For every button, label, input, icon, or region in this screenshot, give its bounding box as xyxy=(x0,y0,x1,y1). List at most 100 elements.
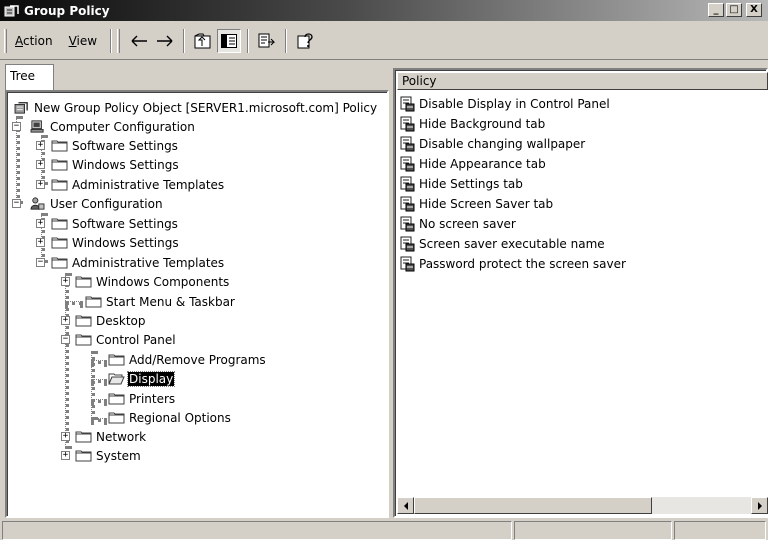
tree-item-computer-configuration[interactable]: Computer Configuration xyxy=(29,117,196,136)
column-header-policy[interactable]: Policy xyxy=(397,72,768,90)
folder-icon xyxy=(108,412,125,424)
menu-view[interactable]: View xyxy=(61,34,105,48)
title-bar: Group Policy _ □ X xyxy=(0,0,768,21)
tree-item-user-configuration[interactable]: User Configuration xyxy=(29,194,164,213)
tree-item-control-panel[interactable]: Control Panel xyxy=(75,330,177,349)
list-item[interactable]: Disable Display in Control Panel xyxy=(399,94,611,114)
scroll-thumb[interactable] xyxy=(414,497,652,514)
policy-setting-icon xyxy=(400,176,415,192)
policy-label: Hide Background tab xyxy=(419,117,546,131)
list-item[interactable]: Hide Settings tab xyxy=(399,174,524,194)
folder-icon xyxy=(75,315,92,327)
folder-icon xyxy=(108,393,125,405)
tree-expander[interactable]: + xyxy=(36,238,45,247)
tree-label: System xyxy=(96,448,141,463)
toolbar-separator xyxy=(110,28,113,53)
toolbar-separator xyxy=(285,28,288,53)
toolbar-separator xyxy=(247,28,250,53)
folder-icon xyxy=(51,257,68,269)
tree-label: User Configuration xyxy=(50,196,163,211)
window-controls: _ □ X xyxy=(708,3,762,17)
up-one-level-icon[interactable] xyxy=(191,29,215,53)
policy-setting-icon xyxy=(400,196,415,212)
open-folder-icon xyxy=(108,373,125,385)
tree-label: Printers xyxy=(129,391,176,406)
policy-setting-icon xyxy=(400,156,415,172)
back-arrow-icon[interactable] xyxy=(127,29,151,53)
list-item[interactable]: Hide Appearance tab xyxy=(399,154,547,174)
tree-expander[interactable]: + xyxy=(36,160,45,169)
list-item[interactable]: Disable changing wallpaper xyxy=(399,134,586,154)
close-button[interactable]: X xyxy=(746,3,762,17)
help-icon[interactable] xyxy=(293,29,317,53)
tree-label: Software Settings xyxy=(72,138,178,153)
tree-expander[interactable]: + xyxy=(36,141,45,150)
tree-item-uc-administrative-templates[interactable]: Administrative Templates xyxy=(51,253,225,272)
tree-expander[interactable]: − xyxy=(36,258,45,267)
list-item[interactable]: No screen saver xyxy=(399,214,517,234)
tree-label: New Group Policy Object [SERVER1.microso… xyxy=(34,100,378,115)
scroll-left-button[interactable] xyxy=(397,497,414,514)
policy-setting-icon xyxy=(400,216,415,232)
tree-label: Computer Configuration xyxy=(50,119,195,134)
tree-connector xyxy=(65,273,69,449)
tree-expander[interactable]: − xyxy=(12,199,21,208)
maximize-button[interactable]: □ xyxy=(726,3,742,17)
export-list-icon[interactable] xyxy=(255,29,279,53)
tree-item-uc-software-settings[interactable]: Software Settings xyxy=(51,214,179,233)
toolbar-grip[interactable] xyxy=(117,28,121,53)
policy-list-pane: Policy Disable Display in Control Panel … xyxy=(393,68,768,518)
policy-setting-icon xyxy=(400,96,415,112)
caret-right-icon xyxy=(757,501,762,510)
tree-item-uc-windows-settings[interactable]: Windows Settings xyxy=(51,233,180,252)
tree-item-start-menu-taskbar[interactable]: Start Menu & Taskbar xyxy=(85,292,236,311)
list-item[interactable]: Password protect the screen saver xyxy=(399,254,627,274)
horizontal-scrollbar[interactable] xyxy=(397,497,768,514)
tree-connector xyxy=(91,399,107,403)
tree-item-cc-administrative-templates[interactable]: Administrative Templates xyxy=(51,175,225,194)
tree-item-printers[interactable]: Printers xyxy=(108,389,176,408)
policy-label: Hide Screen Saver tab xyxy=(419,197,554,211)
list-item[interactable]: Screen saver executable name xyxy=(399,234,606,254)
menu-action[interactable]: Action xyxy=(7,34,61,48)
tree-pane: New Group Policy Object [SERVER1.microso… xyxy=(5,90,389,518)
scroll-track[interactable] xyxy=(652,497,751,514)
policy-label: Disable changing wallpaper xyxy=(419,137,586,151)
list-item[interactable]: Hide Background tab xyxy=(399,114,546,134)
tree-expander[interactable]: + xyxy=(36,219,45,228)
menu-action-rest: ction xyxy=(23,33,53,48)
policy-setting-icon xyxy=(400,136,415,152)
tree-label-selected: Display xyxy=(126,370,176,387)
caret-left-icon xyxy=(403,501,408,510)
tree-connector xyxy=(91,418,107,422)
tree-item-system[interactable]: System xyxy=(75,446,142,465)
list-item[interactable]: Hide Screen Saver tab xyxy=(399,194,554,214)
user-icon xyxy=(30,197,45,210)
computer-icon xyxy=(30,120,44,133)
status-cell-main xyxy=(2,521,512,540)
show-hide-tree-icon[interactable] xyxy=(217,28,242,53)
tree-expander[interactable]: + xyxy=(61,451,70,460)
tree-item-cc-software-settings[interactable]: Software Settings xyxy=(51,136,179,155)
policy-setting-icon xyxy=(400,236,415,252)
minimize-button[interactable]: _ xyxy=(708,3,724,17)
folder-icon xyxy=(75,276,92,288)
tree-item-display[interactable]: Display xyxy=(108,369,176,388)
tree-expander[interactable]: + xyxy=(61,316,70,325)
tree-item-regional-options[interactable]: Regional Options xyxy=(108,408,232,427)
tree-expander[interactable]: − xyxy=(12,122,21,131)
tree-expander[interactable]: − xyxy=(61,335,70,344)
tree-expander[interactable]: + xyxy=(61,432,70,441)
tree-item-root[interactable]: New Group Policy Object [SERVER1.microso… xyxy=(13,98,378,117)
tree-item-windows-components[interactable]: Windows Components xyxy=(75,272,230,291)
folder-icon xyxy=(85,296,102,308)
tree-expander[interactable]: + xyxy=(36,180,45,189)
tree-item-network[interactable]: Network xyxy=(75,427,147,446)
scroll-right-button[interactable] xyxy=(751,497,768,514)
tree-item-desktop[interactable]: Desktop xyxy=(75,311,147,330)
forward-arrow-icon[interactable] xyxy=(153,29,177,53)
tab-tree[interactable]: Tree xyxy=(5,64,54,90)
tree-expander[interactable]: + xyxy=(61,277,70,286)
tree-item-add-remove-programs[interactable]: Add/Remove Programs xyxy=(108,350,267,369)
tree-item-cc-windows-settings[interactable]: Windows Settings xyxy=(51,155,180,174)
